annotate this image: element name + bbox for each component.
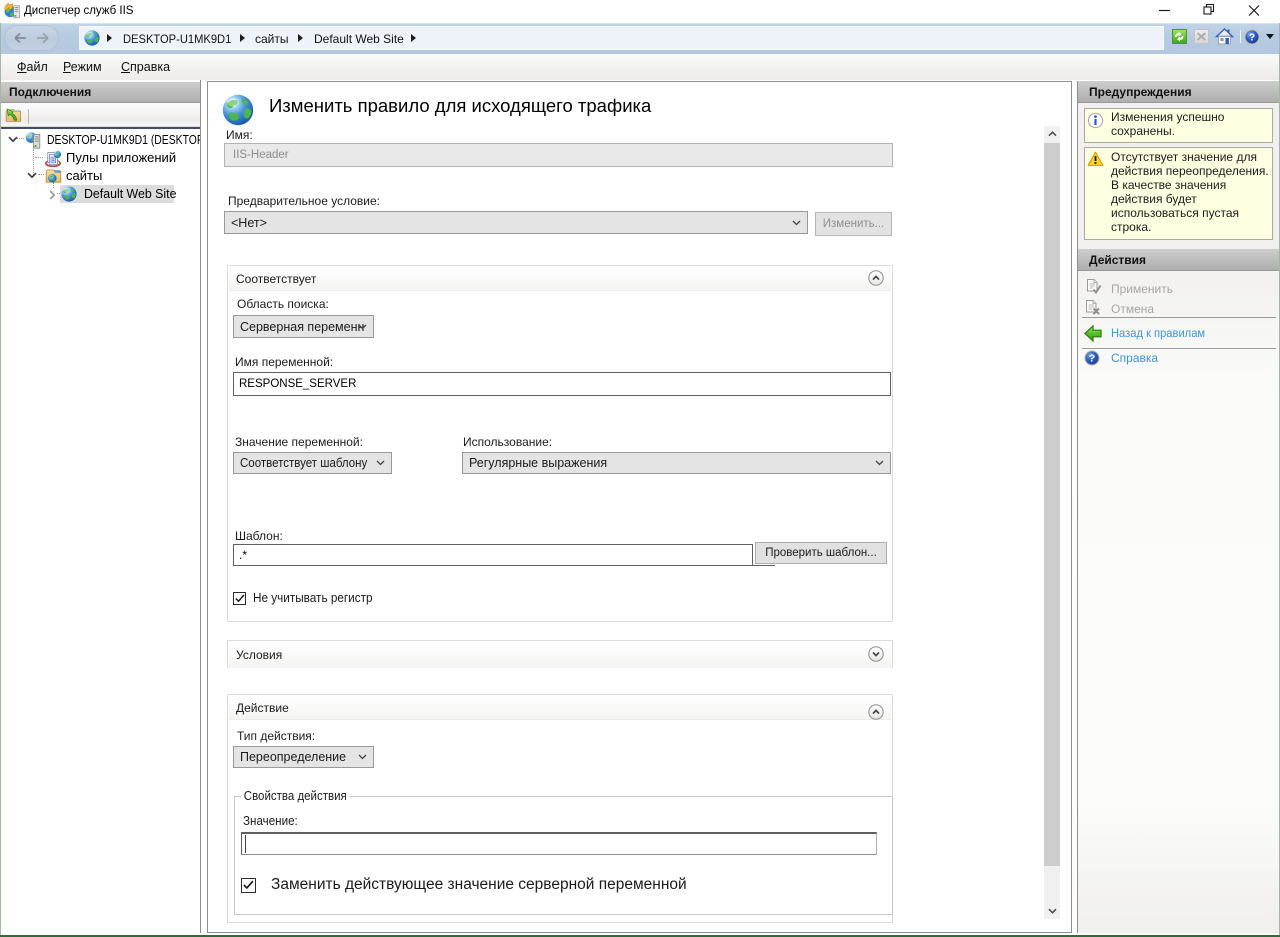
svg-text:?: ?: [1249, 32, 1255, 44]
svg-text:?: ?: [1089, 353, 1095, 365]
